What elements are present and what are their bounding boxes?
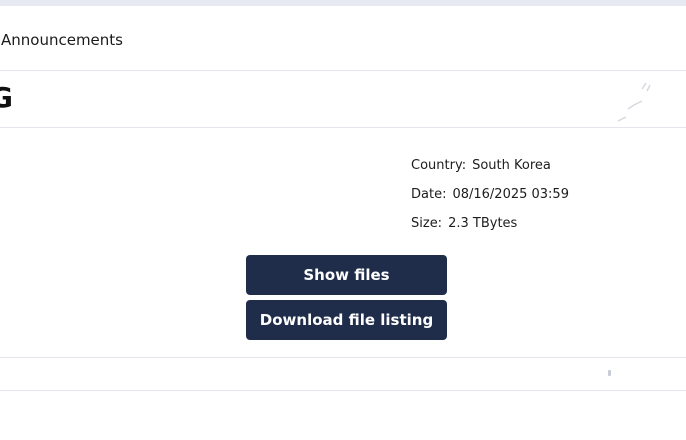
size-value: 2.3 TBytes <box>448 216 518 231</box>
top-navigation: Announcements <box>0 6 686 71</box>
size-label: Size: <box>411 216 443 231</box>
meta-row-date: Date: 08/16/2025 03:59 <box>411 185 569 205</box>
page-title: G <box>0 81 13 115</box>
nav-link-announcements[interactable]: Announcements <box>1 30 123 50</box>
download-file-listing-button[interactable]: Download file listing <box>246 300 447 340</box>
meta-row-size: Size: 2.3 TBytes <box>411 214 569 234</box>
decorative-dot <box>608 370 611 376</box>
country-label: Country: <box>411 158 467 173</box>
metadata-list: Country: South Korea Date: 08/16/2025 03:5… <box>411 156 569 243</box>
meta-row-country: Country: South Korea <box>411 156 569 176</box>
details-panel: Country: South Korea Date: 08/16/2025 03:5… <box>0 128 686 358</box>
date-value: 08/16/2025 03:59 <box>452 187 569 202</box>
date-label: Date: <box>411 187 447 202</box>
page-bottom <box>0 391 686 440</box>
title-bar: G <box>0 71 686 128</box>
decorative-corner-mark <box>617 82 651 122</box>
country-value: South Korea <box>472 158 551 173</box>
footer-bar <box>0 358 686 391</box>
show-files-button[interactable]: Show files <box>246 255 447 295</box>
